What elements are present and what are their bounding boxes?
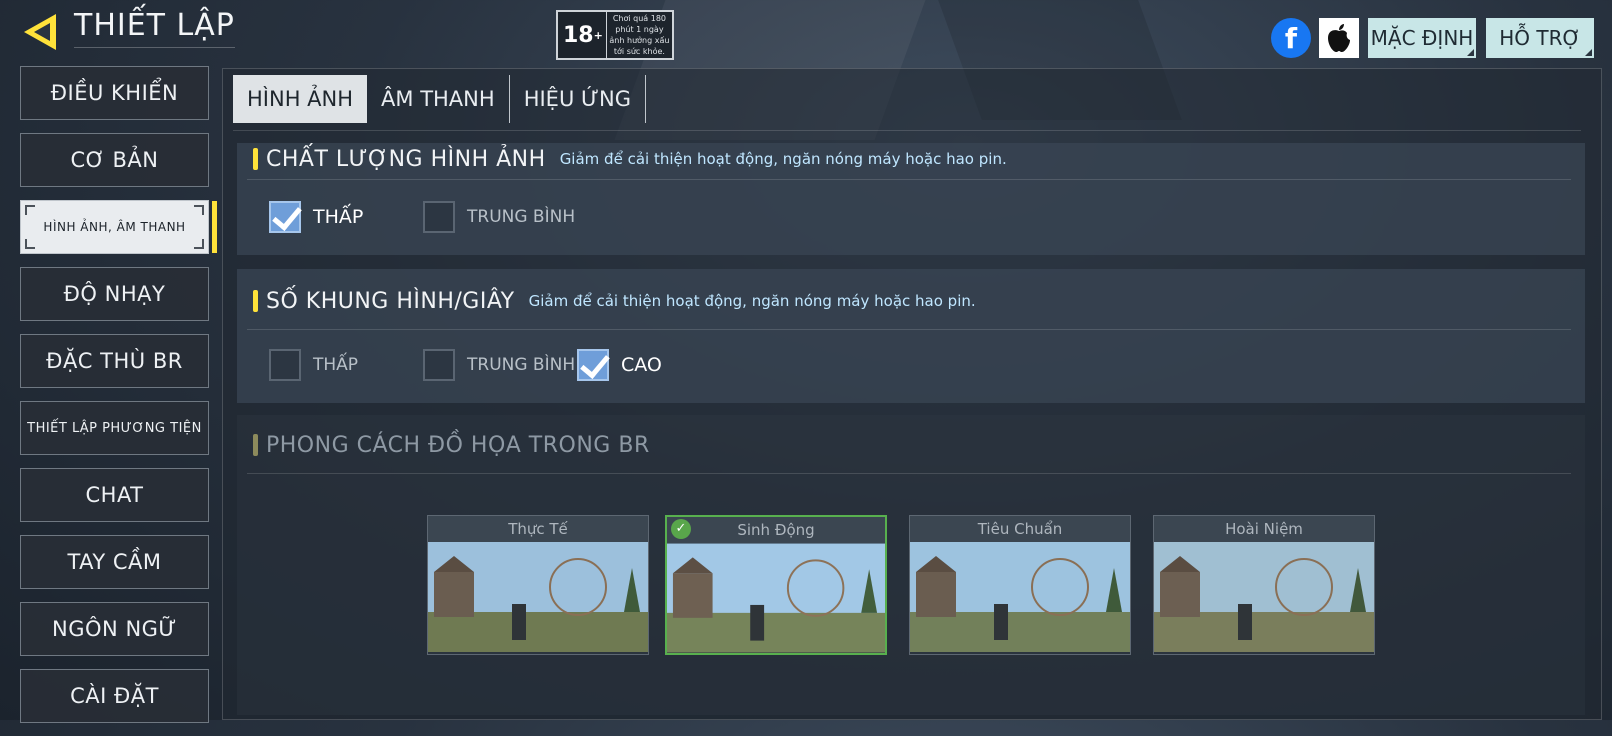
sidebar-item-sensitivity[interactable]: ĐỘ NHẠY (20, 267, 209, 321)
age-rating-badge: 18 + Chơi quá 180 phút 1 ngày ảnh hưởng x… (556, 10, 674, 60)
style-preview-image (1154, 542, 1374, 652)
back-button[interactable] (18, 10, 62, 54)
section-title: SỐ KHUNG HÌNH/GIÂY (266, 288, 515, 314)
sidebar-item-basic[interactable]: CƠ BẢN (20, 133, 209, 187)
style-card-nostalgic[interactable]: Hoài Niệm (1153, 515, 1375, 655)
style-card-label: Tiêu Chuẩn (910, 516, 1130, 542)
divider (247, 329, 1571, 330)
style-card-realistic[interactable]: Thực Tế (427, 515, 649, 655)
checkbox-checked[interactable] (577, 349, 609, 381)
sidebar-item-br-specific[interactable]: ĐẶC THÙ BR (20, 334, 209, 388)
settings-panel: HÌNH ẢNH ÂM THANH HIỆU ỨNG CHẤT LƯỢNG HÌ… (222, 68, 1602, 720)
tab-graphics[interactable]: HÌNH ẢNH (233, 75, 368, 123)
tab-bar: HÌNH ẢNH ÂM THANH HIỆU ỨNG (233, 75, 646, 123)
section-marker (253, 290, 258, 312)
age-rating-number: 18 + (558, 12, 607, 58)
divider (247, 179, 1571, 180)
divider (247, 473, 1571, 474)
style-card-label: Thực Tế (428, 516, 648, 542)
facebook-icon[interactable]: f (1271, 18, 1311, 58)
default-button[interactable]: MẶC ĐỊNH (1368, 18, 1476, 58)
section-description: Giảm để cải thiện hoạt động, ngăn nóng m… (528, 292, 976, 310)
sidebar-item-graphics-audio[interactable]: HÌNH ẢNH, ÂM THANH (20, 200, 217, 254)
check-icon: ✓ (671, 519, 691, 539)
section-marker (253, 148, 258, 170)
sidebar-item-install[interactable]: CÀI ĐẶT (20, 669, 209, 723)
checkbox[interactable] (269, 349, 301, 381)
graphics-quality-section: CHẤT LƯỢNG HÌNH ẢNH Giảm để cải thiện ho… (237, 143, 1585, 255)
tab-effects[interactable]: HIỆU ỨNG (510, 75, 646, 123)
sidebar-item-language[interactable]: NGÔN NGỮ (20, 602, 209, 656)
page-title: THIẾT LẬP (74, 8, 235, 48)
fps-option-high[interactable]: CAO (577, 349, 662, 381)
fps-option-medium[interactable]: TRUNG BÌNH (423, 349, 575, 381)
style-preview-image (910, 542, 1130, 652)
style-card-standard[interactable]: Tiêu Chuẩn (909, 515, 1131, 655)
sidebar: ĐIỀU KHIỂN CƠ BẢN HÌNH ẢNH, ÂM THANH ĐỘ … (20, 66, 217, 736)
sidebar-item-controller[interactable]: TAY CẦM (20, 535, 209, 589)
sidebar-item-vehicle-settings[interactable]: THIẾT LẬP PHƯƠNG TIỆN (20, 401, 209, 455)
section-description: Giảm để cải thiện hoạt động, ngăn nóng m… (559, 150, 1007, 168)
section-title: PHONG CÁCH ĐỒ HỌA TRONG BR (266, 432, 650, 458)
fps-option-low[interactable]: THẤP (269, 349, 358, 381)
checkbox[interactable] (423, 349, 455, 381)
sidebar-item-chat[interactable]: CHAT (20, 468, 209, 522)
sidebar-item-controls[interactable]: ĐIỀU KHIỂN (20, 66, 209, 120)
support-button[interactable]: HỖ TRỢ (1486, 18, 1594, 58)
tab-audio[interactable]: ÂM THANH (367, 75, 510, 123)
section-title: CHẤT LƯỢNG HÌNH ẢNH (266, 146, 546, 172)
style-preview-image (667, 543, 885, 653)
frame-rate-section: SỐ KHUNG HÌNH/GIÂY Giảm để cải thiện hoạ… (237, 269, 1585, 403)
checkbox[interactable] (423, 201, 455, 233)
quality-option-low[interactable]: THẤP (269, 201, 363, 233)
back-arrow-icon (24, 14, 56, 50)
quality-option-medium[interactable]: TRUNG BÌNH (423, 201, 575, 233)
style-preview-image (428, 542, 648, 652)
style-card-label: Sinh Động (667, 517, 885, 543)
age-warning-text: Chơi quá 180 phút 1 ngày ảnh hưởng xấu t… (609, 14, 670, 56)
style-card-vivid[interactable]: ✓ Sinh Động (665, 515, 887, 655)
apple-icon[interactable] (1319, 18, 1359, 58)
checkbox-checked[interactable] (269, 201, 301, 233)
style-card-label: Hoài Niệm (1154, 516, 1374, 542)
section-marker (253, 434, 258, 456)
